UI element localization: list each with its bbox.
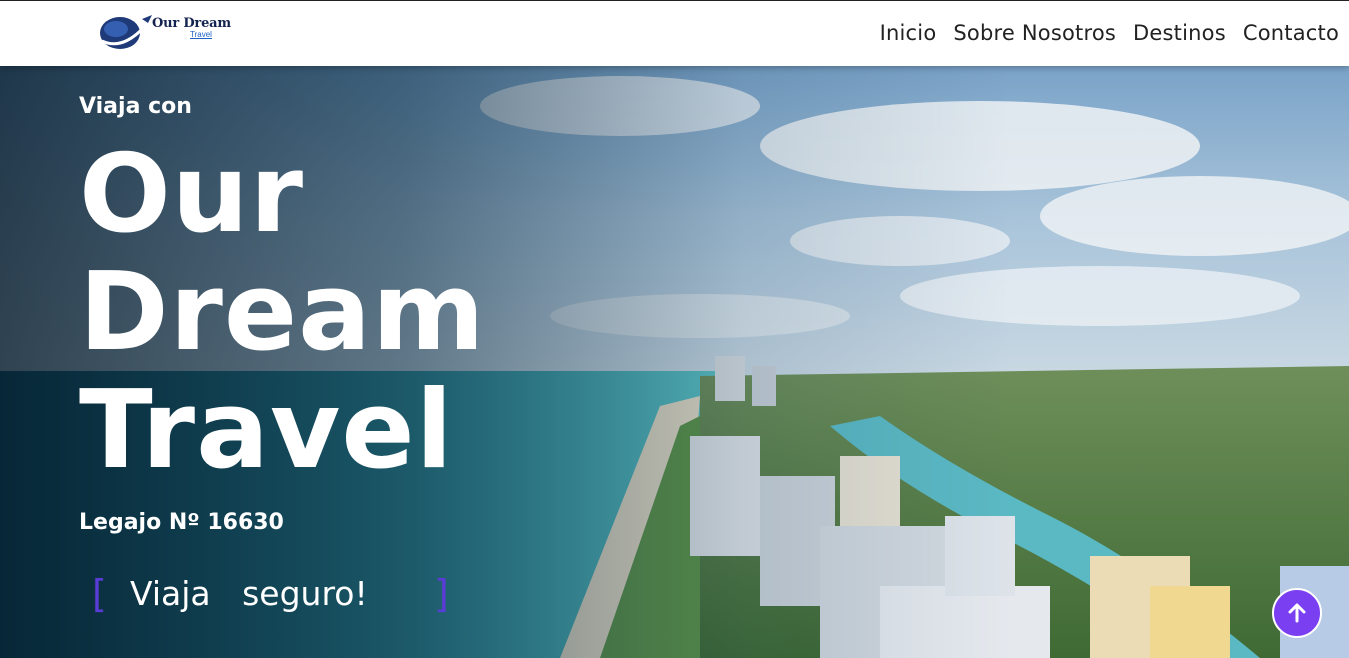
right-bracket: ] <box>434 572 449 616</box>
hero-title: Our Dream Travel <box>79 136 599 490</box>
logo-subtext: Travel <box>190 30 212 39</box>
arrow-up-icon <box>1288 603 1306 623</box>
legajo-number: Legajo Nº 16630 <box>79 510 284 535</box>
hero-section: Viaja con Our Dream Travel Legajo Nº 166… <box>0 66 1349 658</box>
nav-destinos[interactable]: Destinos <box>1133 21 1226 45</box>
typed-slogan: [ Viaja seguro! ] <box>92 570 452 618</box>
typed-text: Viaja seguro! <box>130 574 368 613</box>
left-bracket: [ <box>92 572 107 616</box>
hero-title-line-3: Travel <box>79 368 454 493</box>
globe-plane-icon <box>100 15 152 49</box>
nav-sobre-nosotros[interactable]: Sobre Nosotros <box>953 21 1116 45</box>
hero-title-line-2: Dream <box>79 250 486 375</box>
nav-contacto[interactable]: Contacto <box>1243 21 1339 45</box>
logo-text: Our Dream <box>152 16 231 31</box>
hero-title-line-1: Our <box>79 132 304 257</box>
back-to-top-button[interactable] <box>1272 588 1322 638</box>
nav-inicio[interactable]: Inicio <box>880 21 937 45</box>
hero-pretitle: Viaja con <box>79 94 192 119</box>
top-navbar: Our Dream Travel Inicio Sobre Nosotros D… <box>0 0 1349 66</box>
main-nav: Inicio Sobre Nosotros Destinos Contacto <box>880 21 1339 45</box>
brand-logo[interactable]: Our Dream Travel <box>98 11 231 53</box>
